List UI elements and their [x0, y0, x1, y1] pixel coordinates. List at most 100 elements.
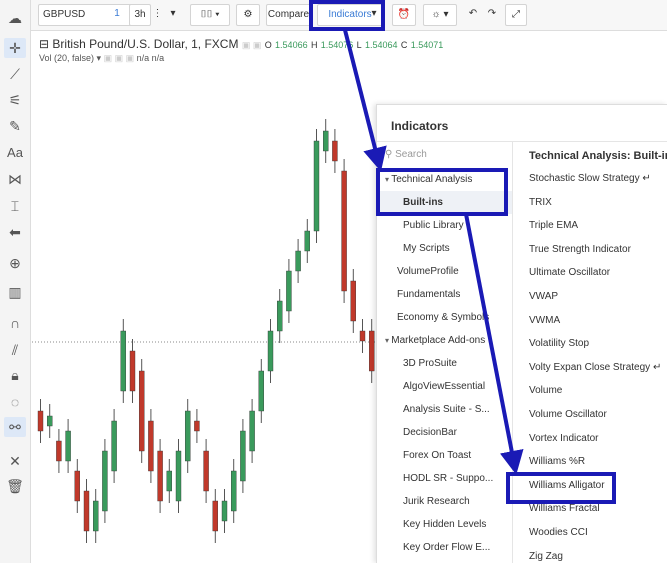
trend-line-icon[interactable]: ⟋	[4, 64, 26, 84]
category-item[interactable]: Analysis Suite - S...	[377, 398, 512, 421]
compare-button[interactable]: Compare	[266, 4, 311, 26]
indicator-item[interactable]: Volume Oscillator	[529, 403, 667, 427]
category-label: Key Hidden Levels	[403, 519, 487, 530]
category-label: Technical Analysis	[391, 174, 473, 185]
candle-body	[369, 330, 375, 372]
category-item[interactable]: AlgoViewEssential	[377, 375, 512, 398]
indicator-item[interactable]: Stochastic Slow Strategy ↵	[529, 167, 667, 191]
search-input[interactable]: ⚲ Search	[385, 149, 427, 160]
indicator-item[interactable]: Williams Fractal	[529, 497, 667, 521]
indicator-item[interactable]: Woodies CCI	[529, 521, 667, 545]
category-item[interactable]: Forex On Toast	[377, 444, 512, 467]
candle-body	[157, 450, 163, 502]
category-item[interactable]: VolumeProfile	[377, 260, 512, 283]
link-icon[interactable]: ⚯	[4, 417, 26, 437]
interval-3h-button[interactable]: 3h	[129, 4, 151, 26]
category-item[interactable]: My Scripts	[377, 237, 512, 260]
indicator-item[interactable]: Volatility Stop	[529, 332, 667, 356]
category-item[interactable]: Economy & Symbols	[377, 306, 512, 329]
c-value: 1.54071	[410, 40, 444, 50]
lightbulb-icon[interactable]: ☼ ▾	[423, 4, 457, 26]
category-item[interactable]: Key Hidden Levels	[377, 513, 512, 536]
category-item[interactable]: DecisionBar	[377, 421, 512, 444]
indicator-item[interactable]: Volty Expan Close Strategy ↵	[529, 356, 667, 380]
tools-icon[interactable]: ✕	[4, 451, 26, 471]
category-list: ▾ Technical Analysis Built-ins Public Libr…	[377, 168, 512, 559]
c-label: C	[400, 40, 408, 50]
chart-area[interactable]: ⊟ British Pound/U.S. Dollar, 1, FXCM ▣ ▣…	[32, 31, 443, 563]
interval-1-button[interactable]: 1	[107, 4, 127, 26]
indicator-item[interactable]: Triple EMA	[529, 214, 667, 238]
category-label: HODL SR - Suppo...	[403, 473, 494, 484]
ruler-icon[interactable]: ▥	[4, 282, 26, 302]
hide-icon[interactable]: ◌	[4, 392, 26, 412]
interval-dropdown-icon[interactable]: ▾	[165, 4, 181, 26]
category-item[interactable]: HODL SR - Suppo...	[377, 467, 512, 490]
indicator-item[interactable]: Vortex Indicator	[529, 427, 667, 451]
candle-body	[129, 350, 136, 392]
search-placeholder: Search	[395, 149, 427, 160]
undo-icon[interactable]: ↶	[464, 4, 482, 26]
indicator-item[interactable]: Volume	[529, 379, 667, 403]
settings-icon[interactable]: ⚙	[236, 4, 260, 26]
measure-icon[interactable]: ⌶	[4, 196, 26, 216]
redo-icon[interactable]: ↷	[483, 4, 501, 26]
arrow-left-icon[interactable]: ⬅	[4, 222, 26, 242]
category-item[interactable]: Built-ins	[377, 191, 512, 214]
candle-body	[258, 370, 265, 412]
candle-body	[323, 130, 329, 152]
candle-body	[148, 420, 154, 472]
lock-icon[interactable]: 🔒︎	[4, 365, 26, 385]
category-item[interactable]: 3D ProSuite	[377, 352, 512, 375]
chart-style-button[interactable]: ⌷⌷ ▾	[190, 4, 230, 26]
category-label: Public Library	[403, 220, 464, 231]
candle-body	[166, 470, 173, 492]
indicator-item[interactable]: Ultimate Oscillator	[529, 261, 667, 285]
indicator-list-column: Technical Analysis: Built-ins Stochastic…	[512, 141, 667, 563]
candle-body	[295, 250, 301, 272]
category-item[interactable]: Key Order Flow E...	[377, 536, 512, 559]
indicator-list: Stochastic Slow Strategy ↵ TRIX Triple EMA…	[529, 167, 667, 563]
category-label: AlgoViewEssential	[403, 381, 486, 392]
crosshair-icon[interactable]: ✛	[4, 38, 26, 58]
candle-body	[138, 370, 145, 452]
candle-body	[230, 470, 237, 512]
indicator-item[interactable]: VWAP	[529, 285, 667, 309]
category-item[interactable]: ▾ Marketplace Add-ons	[377, 329, 512, 352]
category-label: Key Order Flow E...	[403, 542, 491, 553]
indicator-item[interactable]: Williams Alligator	[529, 474, 667, 498]
category-label: Built-ins	[403, 197, 443, 208]
indicator-item[interactable]: TRIX	[529, 191, 667, 215]
indicator-item[interactable]: Williams %R	[529, 450, 667, 474]
candle-body	[83, 490, 90, 532]
category-item[interactable]: ▾ Technical Analysis	[377, 168, 512, 191]
indicator-item[interactable]: Zig Zag	[529, 545, 667, 563]
candle-body	[240, 430, 246, 482]
indicator-item[interactable]: True Strength Indicator	[529, 238, 667, 262]
category-item[interactable]: Fundamentals	[377, 283, 512, 306]
indicators-dropdown-icon[interactable]: ▾	[365, 4, 383, 26]
category-item[interactable]: Public Library	[377, 214, 512, 237]
candle-body	[203, 450, 209, 492]
candle-body	[249, 410, 255, 452]
fullscreen-icon[interactable]: ⤢	[505, 4, 527, 26]
pattern-icon[interactable]: ⋈	[4, 169, 26, 189]
category-item[interactable]: Jurik Research	[377, 490, 512, 513]
candle-body	[304, 230, 310, 252]
brush-icon[interactable]: ✎	[4, 116, 26, 136]
text-tool-icon[interactable]: Aa	[4, 143, 26, 163]
cloud-icon[interactable]: ☁	[4, 8, 26, 28]
fib-tool-icon[interactable]: ⚟	[4, 90, 26, 110]
category-label: Jurik Research	[403, 496, 470, 507]
trash-icon[interactable]: 🗑︎	[4, 476, 26, 496]
category-label: Economy & Symbols	[397, 312, 490, 323]
zoom-icon[interactable]: ⊕	[4, 253, 26, 273]
list-header: Technical Analysis: Built-ins	[529, 150, 667, 162]
category-label: Forex On Toast	[403, 450, 472, 461]
candle-body	[111, 420, 117, 472]
magnet-icon[interactable]: ∩	[4, 313, 26, 333]
alert-add-icon[interactable]: ⏰	[392, 4, 416, 26]
indicator-item[interactable]: VWMA	[529, 309, 667, 333]
candle-body	[286, 270, 292, 312]
stay-drawing-icon[interactable]: ⫽	[4, 340, 26, 360]
